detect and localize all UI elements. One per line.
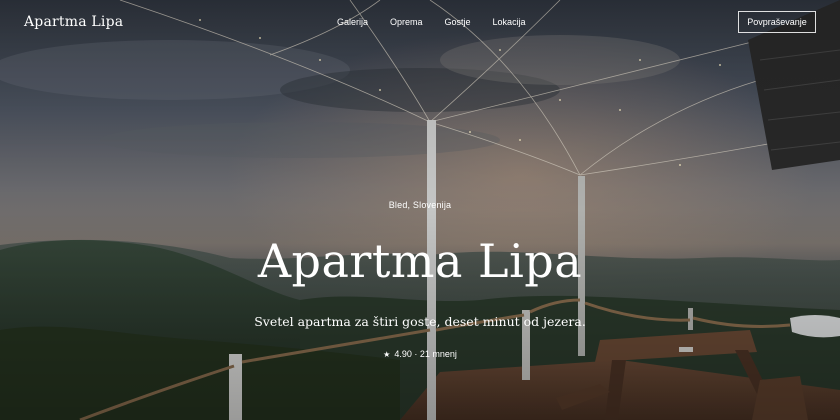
- inquiry-button[interactable]: Povpraševanje: [738, 11, 816, 33]
- nav-link-gostje[interactable]: Gostje: [445, 17, 471, 27]
- main-nav: Galerija Oprema Gostje Lokacija: [337, 17, 548, 27]
- nav-link-lokacija[interactable]: Lokacija: [493, 17, 526, 27]
- star-icon: ★: [383, 350, 391, 359]
- hero-rating: ★ 4.90 · 21 mnenj: [0, 349, 840, 359]
- hero-tagline: Svetel apartma za štiri goste, deset min…: [254, 314, 586, 329]
- hero-location: Bled, Slovenija: [388, 200, 452, 210]
- nav-link-galerija[interactable]: Galerija: [337, 17, 368, 27]
- hero-title: Apartma Lipa: [257, 234, 583, 288]
- rating-text: 4.90 · 21 mnenj: [394, 349, 457, 359]
- nav-link-oprema[interactable]: Oprema: [390, 17, 423, 27]
- brand-logo[interactable]: Apartma Lipa: [24, 14, 123, 30]
